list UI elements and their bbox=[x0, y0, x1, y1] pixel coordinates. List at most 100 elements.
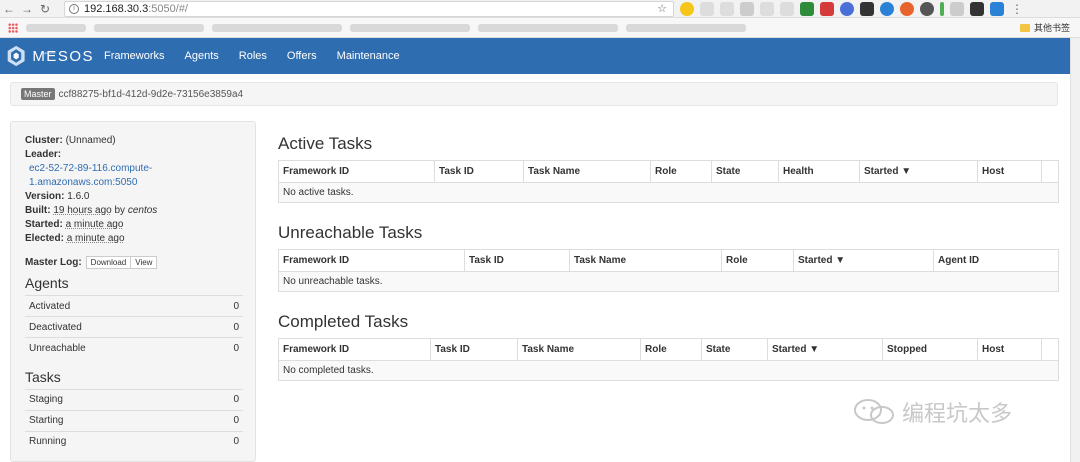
extension-icon[interactable] bbox=[950, 2, 964, 16]
brand-apache-text: Apache bbox=[42, 50, 56, 55]
col-host[interactable]: Host bbox=[977, 160, 1042, 183]
bookmark-item[interactable] bbox=[626, 24, 746, 32]
col-task-id[interactable]: Task ID bbox=[434, 160, 524, 183]
view-button[interactable]: View bbox=[131, 256, 158, 269]
extension-icon[interactable] bbox=[900, 2, 914, 16]
empty-message: No unreachable tasks. bbox=[278, 271, 1059, 292]
col-task-name[interactable]: Task Name bbox=[517, 338, 641, 361]
table-header-row: Framework ID Task ID Task Name Role Stat… bbox=[278, 338, 1059, 361]
nav-maintenance[interactable]: Maintenance bbox=[327, 38, 410, 74]
col-actions bbox=[1041, 160, 1059, 183]
started-label: Started: bbox=[25, 219, 63, 230]
agents-table: Activated 0 Deactivated 0 Unreachable 0 bbox=[25, 295, 243, 359]
address-bar[interactable]: i 192.168.30.3:5050/#/ ☆ bbox=[64, 1, 674, 17]
col-task-id[interactable]: Task ID bbox=[430, 338, 518, 361]
col-started[interactable]: Started ▼ bbox=[859, 160, 978, 183]
table-row: No completed tasks. bbox=[278, 360, 1059, 381]
mesos-logo[interactable]: Apache MESOS bbox=[6, 43, 94, 69]
extension-icon[interactable] bbox=[760, 2, 774, 16]
active-tasks-section: Active Tasks Framework ID Task ID Task N… bbox=[278, 134, 1068, 203]
cluster-row: Cluster: (Unnamed) bbox=[25, 134, 241, 148]
extension-icon[interactable] bbox=[920, 2, 934, 16]
cluster-sidebar: Cluster: (Unnamed) Leader: ec2-52-72-89-… bbox=[10, 121, 256, 462]
nav-roles[interactable]: Roles bbox=[229, 38, 277, 74]
started-value: a minute ago bbox=[65, 219, 124, 230]
leader-link-line2: 1.amazonaws.com:5050 bbox=[29, 177, 138, 188]
extension-icon[interactable] bbox=[680, 2, 694, 16]
col-state[interactable]: State bbox=[711, 160, 779, 183]
empty-message: No completed tasks. bbox=[278, 360, 1059, 381]
col-started[interactable]: Started ▼ bbox=[767, 338, 883, 361]
reload-icon[interactable]: ↻ bbox=[36, 0, 54, 18]
built-label: Built: bbox=[25, 205, 51, 216]
url-path: :5050/#/ bbox=[148, 3, 188, 15]
version-label: Version: bbox=[25, 191, 65, 202]
bookmark-item[interactable] bbox=[350, 24, 470, 32]
page-scrollbar[interactable] bbox=[1070, 38, 1080, 462]
download-button[interactable]: Download bbox=[85, 256, 132, 269]
col-host[interactable]: Host bbox=[977, 338, 1042, 361]
bookmark-item[interactable] bbox=[26, 24, 86, 32]
extension-icon[interactable] bbox=[720, 2, 734, 16]
col-task-name[interactable]: Task Name bbox=[523, 160, 651, 183]
elected-label: Elected: bbox=[25, 233, 64, 244]
menu-icon[interactable]: ⋮ bbox=[1010, 2, 1024, 16]
master-badge: Master bbox=[21, 88, 55, 100]
extension-icon[interactable] bbox=[780, 2, 794, 16]
table-row: Starting 0 bbox=[25, 409, 243, 431]
col-framework-id[interactable]: Framework ID bbox=[278, 249, 465, 272]
extension-icon[interactable] bbox=[820, 2, 834, 16]
bookmark-item[interactable] bbox=[478, 24, 618, 32]
browser-toolbar: ← → ↻ i 192.168.30.3:5050/#/ ☆ ⋮ bbox=[0, 0, 1080, 18]
url-host: 192.168.30.3 bbox=[84, 3, 149, 15]
extension-icon[interactable] bbox=[880, 2, 894, 16]
bookmark-item[interactable] bbox=[212, 24, 342, 32]
forward-icon[interactable]: → bbox=[18, 0, 36, 18]
built-by: by bbox=[114, 205, 126, 216]
extension-icon[interactable] bbox=[940, 2, 944, 16]
col-role[interactable]: Role bbox=[721, 249, 794, 272]
leader-row: Leader: bbox=[25, 148, 241, 162]
col-task-name[interactable]: Task Name bbox=[569, 249, 722, 272]
stat-value: 0 bbox=[192, 388, 243, 410]
nav-agents[interactable]: Agents bbox=[175, 38, 229, 74]
col-task-id[interactable]: Task ID bbox=[464, 249, 570, 272]
info-icon[interactable]: i bbox=[69, 4, 79, 14]
extension-icon[interactable] bbox=[700, 2, 714, 16]
bookmark-item[interactable] bbox=[94, 24, 204, 32]
leader-link[interactable]: ec2-52-72-89-116.compute- 1.amazonaws.co… bbox=[25, 162, 241, 190]
back-icon[interactable]: ← bbox=[0, 0, 18, 18]
col-stopped[interactable]: Stopped bbox=[882, 338, 978, 361]
table-row: Unreachable 0 bbox=[25, 337, 243, 359]
bookmark-star-icon[interactable]: ☆ bbox=[657, 2, 667, 15]
built-user: centos bbox=[127, 205, 158, 216]
agents-title: Agents bbox=[25, 275, 69, 291]
other-bookmarks[interactable]: 其他书签 bbox=[1019, 21, 1070, 34]
completed-tasks-table: Framework ID Task ID Task Name Role Stat… bbox=[278, 338, 1059, 381]
stat-label: Deactivated bbox=[25, 316, 206, 338]
empty-message: No active tasks. bbox=[278, 182, 1059, 203]
col-framework-id[interactable]: Framework ID bbox=[278, 338, 431, 361]
main-content: Active Tasks Framework ID Task ID Task N… bbox=[278, 124, 1068, 401]
col-health[interactable]: Health bbox=[778, 160, 860, 183]
nav-offers[interactable]: Offers bbox=[277, 38, 327, 74]
extension-icon[interactable] bbox=[990, 2, 1004, 16]
version-value: 1.6.0 bbox=[67, 191, 90, 202]
col-role[interactable]: Role bbox=[650, 160, 712, 183]
col-framework-id[interactable]: Framework ID bbox=[278, 160, 435, 183]
master-log-buttons: Download View bbox=[85, 256, 158, 269]
col-agent-id[interactable]: Agent ID bbox=[933, 249, 1059, 272]
col-started[interactable]: Started ▼ bbox=[793, 249, 934, 272]
col-role[interactable]: Role bbox=[640, 338, 702, 361]
col-actions bbox=[1041, 338, 1059, 361]
extension-icon[interactable] bbox=[860, 2, 874, 16]
cluster-value: (Unnamed) bbox=[65, 135, 116, 146]
extension-icon[interactable] bbox=[740, 2, 754, 16]
apps-icon[interactable] bbox=[8, 23, 18, 33]
nav-frameworks[interactable]: Frameworks bbox=[94, 38, 175, 74]
extension-icon[interactable] bbox=[800, 2, 814, 16]
extension-icon[interactable] bbox=[970, 2, 984, 16]
extension-icon[interactable] bbox=[840, 2, 854, 16]
master-log-row: Master Log: Download View bbox=[25, 256, 241, 269]
col-state[interactable]: State bbox=[701, 338, 768, 361]
